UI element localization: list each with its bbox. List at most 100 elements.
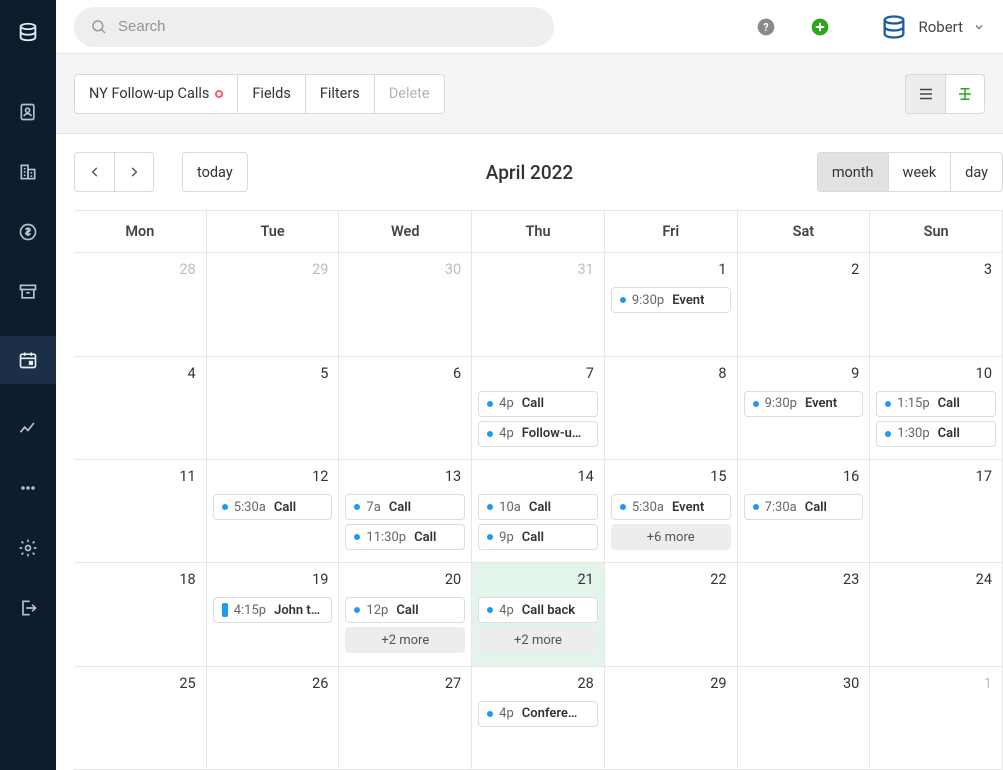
- more-events-chip[interactable]: +2 more: [345, 627, 465, 653]
- more-icon[interactable]: [0, 472, 56, 504]
- day-cell[interactable]: 284pConfere…: [472, 667, 605, 770]
- view-actions-group: NY Follow-up Calls Fields Filters Delete: [74, 74, 445, 114]
- logout-icon[interactable]: [0, 592, 56, 624]
- range-week-button[interactable]: week: [888, 152, 951, 192]
- event-time: 4p: [499, 706, 514, 721]
- day-cell[interactable]: 19:30pEvent: [605, 253, 738, 356]
- day-cell[interactable]: 167:30aCall: [738, 460, 871, 563]
- day-cell[interactable]: 29: [605, 667, 738, 770]
- event-chip[interactable]: 7:30aCall: [744, 494, 864, 520]
- day-number: 22: [710, 571, 726, 588]
- search-input[interactable]: [118, 18, 538, 35]
- day-number: 23: [843, 571, 859, 588]
- timeline-layout-button[interactable]: [945, 74, 985, 114]
- event-chip[interactable]: 1:15pCall: [876, 391, 996, 417]
- day-cell[interactable]: 2: [738, 253, 871, 356]
- event-chip[interactable]: 4pFollow-u…: [478, 421, 598, 447]
- today-button[interactable]: today: [182, 152, 248, 192]
- add-icon[interactable]: [810, 17, 830, 37]
- day-cell[interactable]: 99:30pEvent: [738, 357, 871, 460]
- range-day-button[interactable]: day: [950, 152, 1003, 192]
- archive-icon[interactable]: [0, 276, 56, 308]
- fields-button[interactable]: Fields: [237, 74, 304, 114]
- event-chip[interactable]: 11:30pCall: [345, 524, 465, 550]
- day-number: 26: [312, 675, 328, 692]
- day-cell[interactable]: 3: [870, 253, 1003, 356]
- help-icon[interactable]: ?: [756, 17, 776, 37]
- event-chip[interactable]: 9:30pEvent: [611, 287, 731, 313]
- event-chip[interactable]: 7aCall: [345, 494, 465, 520]
- day-cell[interactable]: 27: [339, 667, 472, 770]
- reports-icon[interactable]: [0, 412, 56, 444]
- day-cell[interactable]: 30: [738, 667, 871, 770]
- event-time: 10a: [499, 500, 521, 515]
- deals-icon[interactable]: [0, 216, 56, 248]
- event-title: Call: [389, 500, 411, 515]
- event-chip[interactable]: 4pConfere…: [478, 701, 598, 727]
- day-cell[interactable]: 4: [74, 357, 207, 460]
- day-cell[interactable]: 214pCall back+2 more: [472, 563, 605, 666]
- event-title: Call: [274, 500, 296, 515]
- event-chip[interactable]: 5:30aEvent: [611, 494, 731, 520]
- day-cell[interactable]: 30: [339, 253, 472, 356]
- day-cell[interactable]: 23: [738, 563, 871, 666]
- event-chip[interactable]: 4pCall back: [478, 597, 598, 623]
- day-cell[interactable]: 8: [605, 357, 738, 460]
- event-chip[interactable]: 4pCall: [478, 391, 598, 417]
- day-cell[interactable]: 1: [870, 667, 1003, 770]
- event-title: Call: [396, 603, 418, 618]
- day-cell[interactable]: 74pCall4pFollow-u…: [472, 357, 605, 460]
- day-cell[interactable]: 11: [74, 460, 207, 563]
- prev-month-button[interactable]: [74, 152, 114, 192]
- event-title: Call: [522, 396, 544, 411]
- event-dot-icon: [222, 603, 228, 617]
- range-month-button[interactable]: month: [817, 152, 888, 192]
- event-chip[interactable]: 10aCall: [478, 494, 598, 520]
- day-cell[interactable]: 31: [472, 253, 605, 356]
- day-cell[interactable]: 101:15pCall1:30pCall: [870, 357, 1003, 460]
- event-dot-icon: [354, 534, 360, 540]
- topbar: ? Robert: [56, 0, 1003, 54]
- search-box[interactable]: [74, 7, 554, 47]
- calendar-header: today April 2022 month week day: [56, 134, 1003, 210]
- next-month-button[interactable]: [114, 152, 154, 192]
- list-layout-button[interactable]: [905, 74, 945, 114]
- more-events-chip[interactable]: +2 more: [478, 627, 598, 653]
- day-cell[interactable]: 26: [207, 667, 340, 770]
- day-cell[interactable]: 18: [74, 563, 207, 666]
- view-name-button[interactable]: NY Follow-up Calls: [74, 74, 237, 114]
- day-cell[interactable]: 125:30aCall: [207, 460, 340, 563]
- day-cell[interactable]: 22: [605, 563, 738, 666]
- day-cell[interactable]: 28: [74, 253, 207, 356]
- day-cell[interactable]: 155:30aEvent+6 more: [605, 460, 738, 563]
- event-chip[interactable]: 12pCall: [345, 597, 465, 623]
- day-cell[interactable]: 2012pCall+2 more: [339, 563, 472, 666]
- day-cell[interactable]: 5: [207, 357, 340, 460]
- day-cell[interactable]: 137aCall11:30pCall: [339, 460, 472, 563]
- day-cell[interactable]: 24: [870, 563, 1003, 666]
- calendar-icon[interactable]: [0, 336, 56, 384]
- event-chip[interactable]: 1:30pCall: [876, 421, 996, 447]
- day-cell[interactable]: 25: [74, 667, 207, 770]
- companies-icon[interactable]: [0, 156, 56, 188]
- app-logo-icon[interactable]: [0, 16, 56, 48]
- event-chip[interactable]: 9:30pEvent: [744, 391, 864, 417]
- day-cell[interactable]: 194:15pJohn t…: [207, 563, 340, 666]
- dow-header: Fri: [605, 211, 738, 253]
- day-number: 1: [984, 675, 992, 692]
- day-cell[interactable]: 1410aCall9pCall: [472, 460, 605, 563]
- delete-button[interactable]: Delete: [374, 74, 445, 114]
- event-chip[interactable]: 5:30aCall: [213, 494, 333, 520]
- more-events-chip[interactable]: +6 more: [611, 524, 731, 550]
- filters-button[interactable]: Filters: [305, 74, 374, 114]
- day-cell[interactable]: 6: [339, 357, 472, 460]
- user-menu[interactable]: Robert: [880, 13, 985, 41]
- day-number: 30: [445, 261, 461, 278]
- event-title: Call: [805, 500, 827, 515]
- contacts-icon[interactable]: [0, 96, 56, 128]
- day-cell[interactable]: 29: [207, 253, 340, 356]
- event-chip[interactable]: 4:15pJohn t…: [213, 597, 333, 623]
- event-chip[interactable]: 9pCall: [478, 524, 598, 550]
- settings-icon[interactable]: [0, 532, 56, 564]
- day-cell[interactable]: 17: [870, 460, 1003, 563]
